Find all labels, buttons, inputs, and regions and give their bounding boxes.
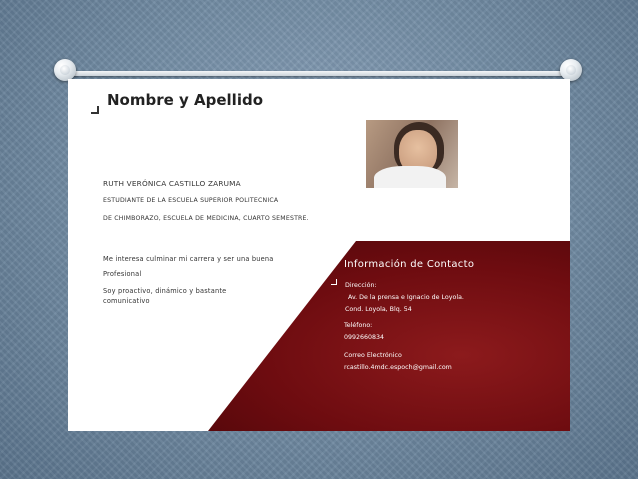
slide: Nombre y Apellido RUTH VERÓNICA CASTILLO… [68,79,570,431]
telefono-label: Teléfono: [344,322,373,329]
address-line-1: Av. De la prensa e Ignacio de Loyola. [348,294,464,301]
full-name: RUTH VERÓNICA CASTILLO ZARUMA [103,179,241,188]
corner-mark-icon [331,279,337,285]
contact-heading: Información de Contacto [344,259,475,270]
study-line-1: ESTUDIANTE DE LA ESCUELA SUPERIOR POLITE… [103,197,279,204]
correo-value: rcastillo.4mdc.espoch@gmail.com [344,364,452,371]
profile-photo [366,120,458,188]
slide-top-bar [58,71,580,76]
interest-text: Me interesa culminar mi carrera y ser un… [103,255,274,263]
direccion-label: Dirección: [345,282,377,289]
traits-line-1: Soy proactivo, dinámico y bastante [103,287,227,295]
study-line-2: DE CHIMBORAZO, ESCUELA DE MEDICINA, CUAR… [103,215,309,222]
pin-icon [560,59,582,81]
pin-icon [54,59,76,81]
traits-line-2: comunicativo [103,297,150,305]
profesional-text: Profesional [103,270,142,278]
telefono-value: 0992660834 [344,334,385,341]
page-title: Nombre y Apellido [107,91,264,109]
correo-label: Correo Electrónico [344,352,402,359]
address-line-2: Cond. Loyola, Blq. 54 [345,306,412,313]
corner-mark-icon [91,106,99,114]
